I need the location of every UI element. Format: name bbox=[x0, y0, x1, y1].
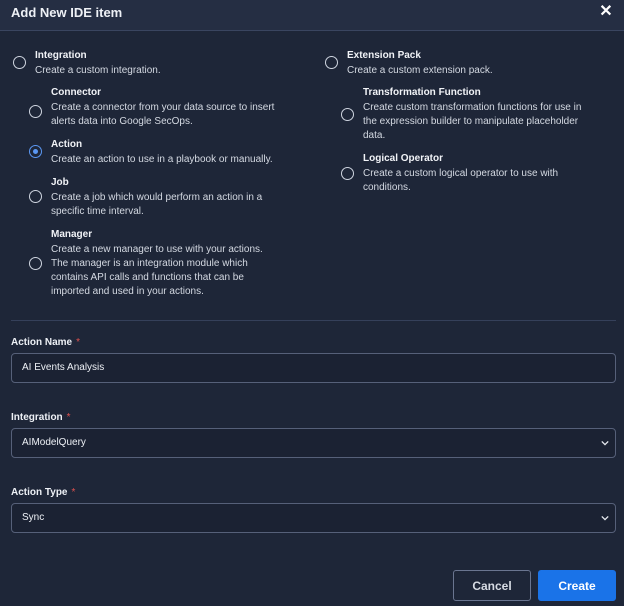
option-desc: data. bbox=[363, 130, 386, 141]
section-divider bbox=[11, 320, 616, 321]
option-title: Action bbox=[51, 139, 83, 150]
action-type-value: Sync bbox=[22, 512, 45, 523]
create-button[interactable]: Create bbox=[538, 570, 616, 601]
dialog-header: Add New IDE item ✕ bbox=[0, 0, 624, 31]
close-icon[interactable]: ✕ bbox=[596, 2, 616, 22]
add-ide-item-dialog: Add New IDE item ✕ Integration Create a … bbox=[0, 0, 624, 606]
radio-transformation-function[interactable] bbox=[341, 108, 354, 121]
option-desc: Create a custom logical operator to use … bbox=[363, 168, 559, 179]
action-type-label: Action Type * bbox=[11, 487, 75, 498]
option-title: Connector bbox=[51, 87, 101, 98]
option-desc: Create a new manager to use with your ac… bbox=[51, 244, 263, 255]
integration-select[interactable]: AIModelQuery bbox=[11, 428, 616, 458]
option-title: Integration bbox=[35, 50, 87, 61]
option-desc: Create custom transformation functions f… bbox=[363, 102, 582, 113]
radio-manager[interactable] bbox=[29, 257, 42, 270]
integration-label-text: Integration bbox=[11, 412, 63, 423]
option-desc: Create an action to use in a playbook or… bbox=[51, 154, 273, 165]
option-title: Manager bbox=[51, 229, 93, 240]
option-title: Transformation Function bbox=[363, 87, 481, 98]
action-type-label-text: Action Type bbox=[11, 487, 68, 498]
required-mark: * bbox=[76, 337, 81, 348]
option-desc: alerts data into Google SecOps. bbox=[51, 116, 193, 127]
integration-value: AIModelQuery bbox=[22, 437, 86, 448]
required-mark: * bbox=[66, 412, 71, 423]
action-name-label-text: Action Name bbox=[11, 337, 73, 348]
action-type-select[interactable]: Sync bbox=[11, 503, 616, 533]
option-desc: specific time interval. bbox=[51, 206, 144, 217]
option-desc: The manager is an integration module whi… bbox=[51, 258, 248, 269]
chevron-down-icon[interactable] bbox=[601, 439, 609, 447]
radio-connector[interactable] bbox=[29, 105, 42, 118]
radio-job[interactable] bbox=[29, 190, 42, 203]
radio-action[interactable] bbox=[29, 145, 42, 158]
option-desc: contains API calls and functions that ca… bbox=[51, 272, 244, 283]
required-mark: * bbox=[71, 487, 76, 498]
action-name-value: AI Events Analysis bbox=[22, 362, 105, 373]
option-desc: conditions. bbox=[363, 182, 411, 193]
option-desc: Create a custom extension pack. bbox=[347, 65, 493, 76]
action-name-label: Action Name * bbox=[11, 337, 80, 348]
radio-logical-operator[interactable] bbox=[341, 167, 354, 180]
radio-integration[interactable] bbox=[13, 56, 26, 69]
option-desc: Create a job which would perform an acti… bbox=[51, 192, 263, 203]
chevron-down-icon[interactable] bbox=[601, 514, 609, 522]
option-desc: the expression builder to manipulate pla… bbox=[363, 116, 579, 127]
action-name-input[interactable]: AI Events Analysis bbox=[11, 353, 616, 383]
option-desc: Create a custom integration. bbox=[35, 65, 161, 76]
option-desc: Create a connector from your data source… bbox=[51, 102, 275, 113]
radio-extension-pack[interactable] bbox=[325, 56, 338, 69]
option-desc: imported and used in your actions. bbox=[51, 286, 204, 297]
option-title: Extension Pack bbox=[347, 50, 421, 61]
integration-label: Integration * bbox=[11, 412, 71, 423]
dialog-title: Add New IDE item bbox=[11, 5, 123, 20]
option-title: Job bbox=[51, 177, 69, 188]
option-title: Logical Operator bbox=[363, 153, 444, 164]
cancel-button[interactable]: Cancel bbox=[453, 570, 531, 601]
